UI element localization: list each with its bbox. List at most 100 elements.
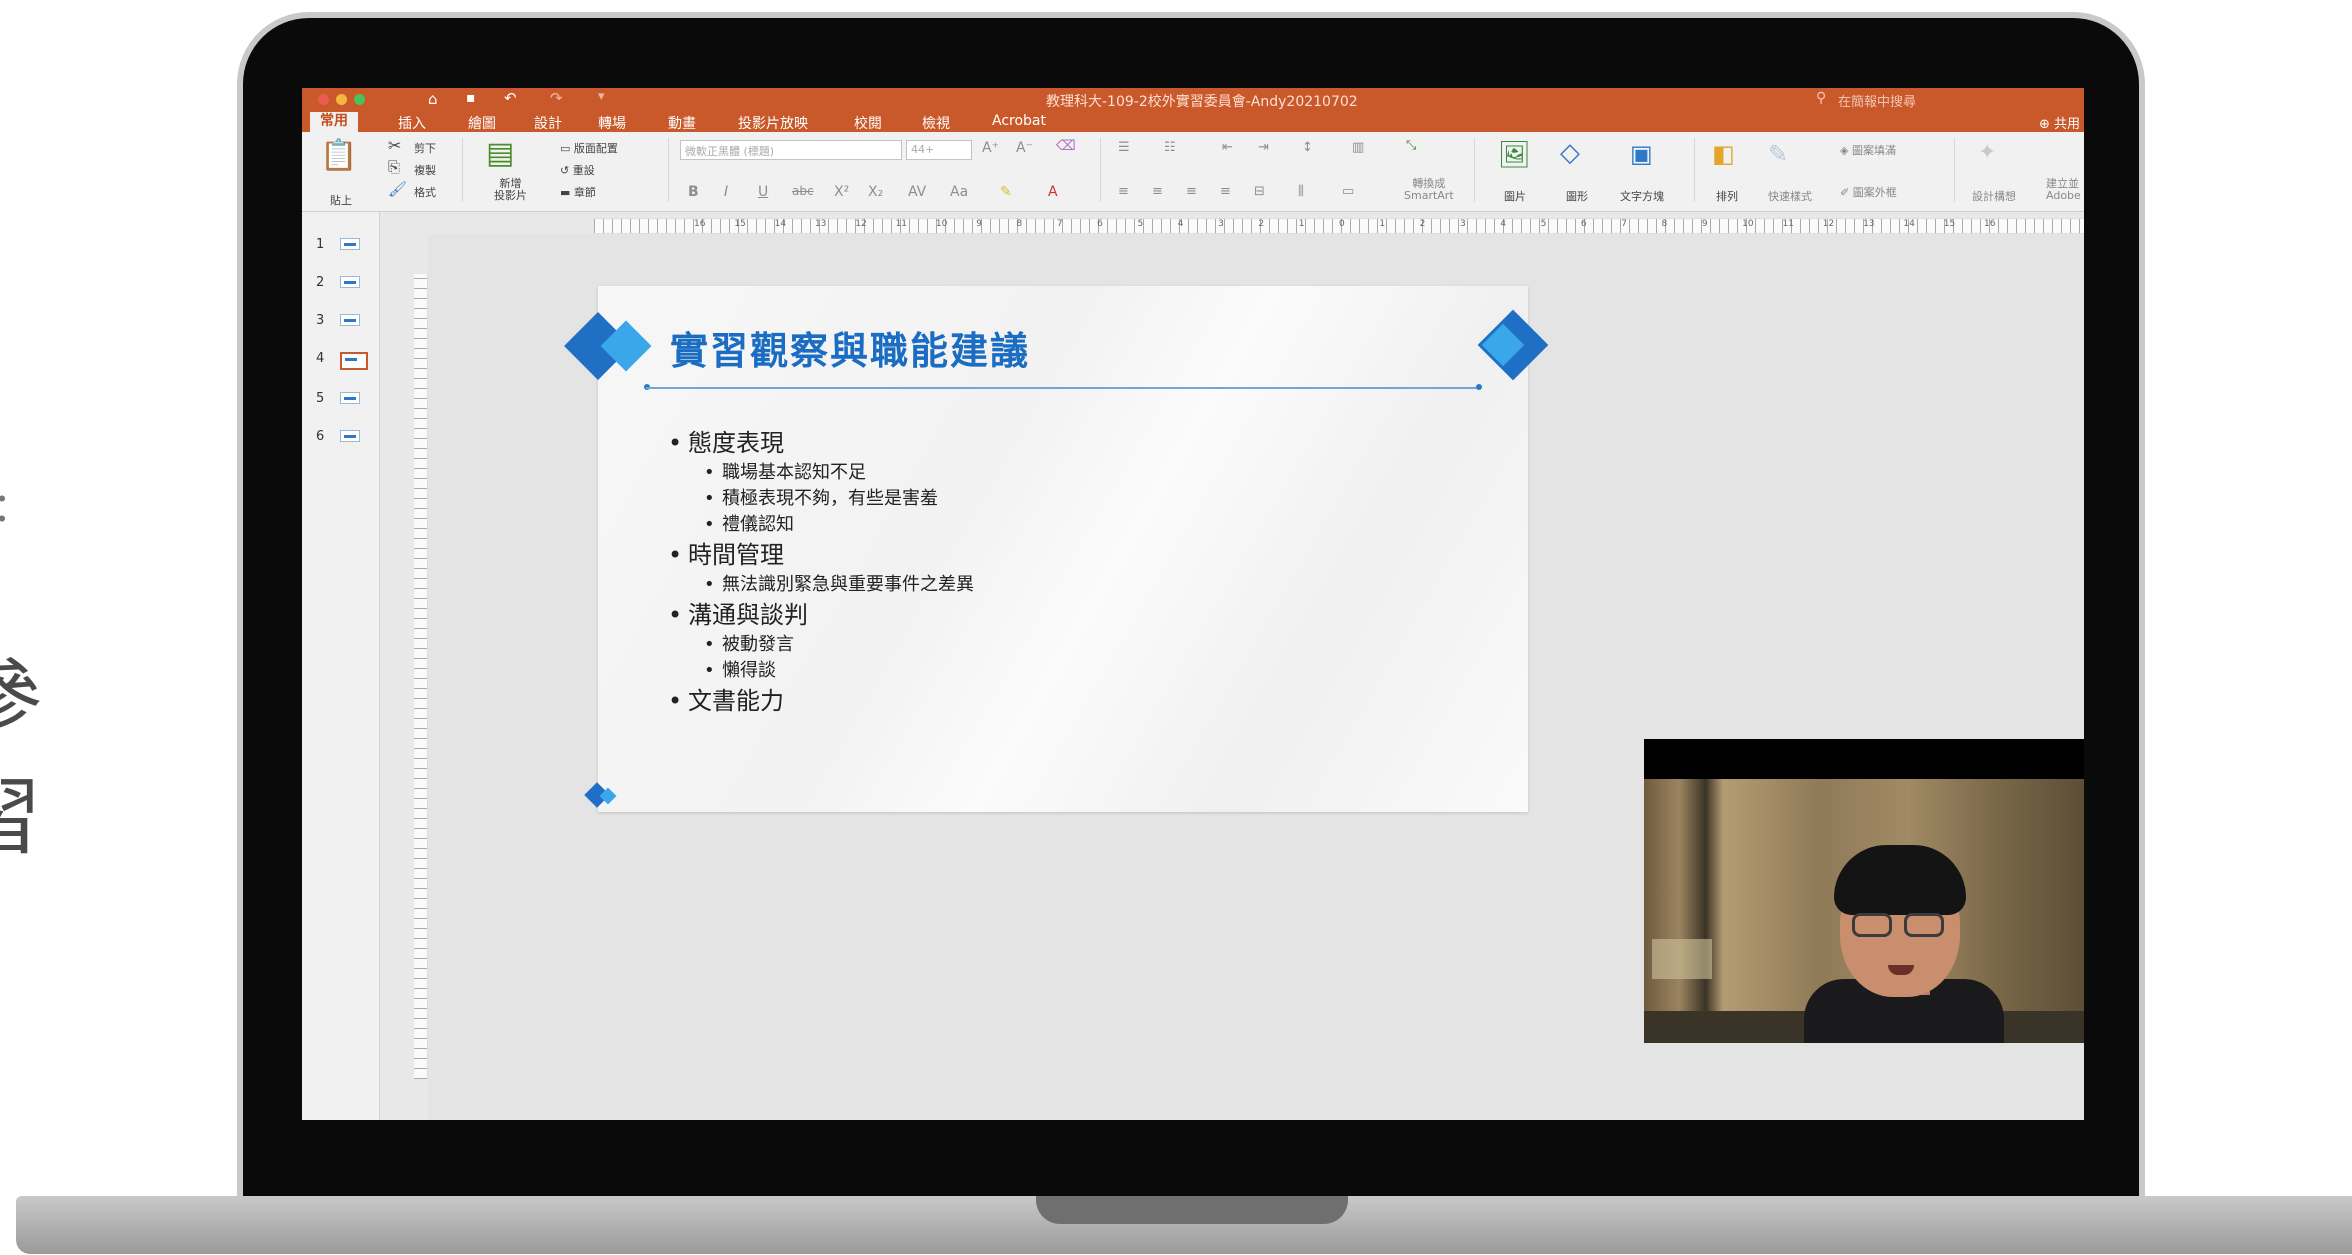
font-color-icon[interactable]: A bbox=[1048, 184, 1058, 200]
share-button[interactable]: ⊕ 共用 bbox=[2039, 113, 2080, 132]
justify-icon[interactable]: ≡ bbox=[1220, 184, 1231, 199]
zoom-window-button[interactable] bbox=[354, 94, 365, 105]
change-case-button[interactable]: Aa bbox=[950, 184, 968, 200]
section-button[interactable]: ▬ 章節 bbox=[560, 184, 596, 200]
ruler-label: 10 bbox=[1742, 219, 1754, 229]
arrange-button[interactable]: 排列 bbox=[1716, 188, 1738, 204]
picture-button[interactable]: 圖片 bbox=[1504, 188, 1526, 204]
tab-acrobat[interactable]: Acrobat bbox=[992, 113, 1046, 129]
tab-review[interactable]: 校閱 bbox=[854, 113, 882, 133]
current-slide[interactable]: 實習觀察與職能建議 態度表現 職場基本認知不足 積極表現不夠，有些是害羞 禮儀認… bbox=[564, 286, 1549, 812]
paste-icon[interactable]: 📋 bbox=[320, 138, 357, 173]
slide-thumbnail[interactable]: 6 bbox=[302, 426, 380, 448]
picture-icon[interactable]: 🖼 bbox=[1498, 140, 1531, 170]
tab-home[interactable]: 常用 bbox=[310, 112, 358, 132]
format-painter-icon[interactable]: 🖌 bbox=[388, 180, 407, 198]
new-slide-button[interactable]: 新增 投影片 bbox=[494, 178, 527, 202]
reset-label: 重設 bbox=[572, 164, 595, 177]
text-direction-icon[interactable]: ⤡ bbox=[1406, 138, 1416, 153]
highlight-icon[interactable]: ✎ bbox=[1000, 184, 1012, 200]
create-pdf-button[interactable]: 建立並 Adobe bbox=[2046, 178, 2081, 202]
slide-thumbnail[interactable]: 3 bbox=[302, 310, 380, 332]
char-spacing-button[interactable]: AV bbox=[908, 184, 926, 200]
textbox-button[interactable]: 文字方塊 bbox=[1620, 188, 1664, 204]
textbox-icon[interactable]: ▣ bbox=[1630, 140, 1653, 168]
ruler-label: 15 bbox=[1943, 219, 1956, 229]
align-text-icon[interactable]: ⫼ bbox=[1298, 184, 1304, 199]
quick-styles-button[interactable]: 快速樣式 bbox=[1768, 188, 1812, 204]
ruler-label: 7 bbox=[1056, 219, 1063, 229]
customize-toolbar-icon[interactable]: ▾ bbox=[598, 89, 605, 104]
thumbnail-image bbox=[340, 392, 360, 404]
design-ideas-icon[interactable]: ✦ bbox=[1978, 140, 1996, 165]
subscript-button[interactable]: X₂ bbox=[868, 184, 883, 200]
tab-animations[interactable]: 動畫 bbox=[668, 113, 696, 133]
quick-styles-icon[interactable]: ✎ bbox=[1768, 140, 1788, 168]
cut-icon[interactable]: ✂ bbox=[388, 136, 401, 155]
decrease-font-button[interactable]: A⁻ bbox=[1016, 140, 1033, 156]
align-right-icon[interactable]: ≡ bbox=[1186, 184, 1197, 199]
copy-button[interactable]: 複製 bbox=[414, 162, 436, 178]
decrease-indent-icon[interactable]: ⇤ bbox=[1222, 140, 1233, 155]
ruler-label: 14 bbox=[1903, 219, 1915, 229]
ruler-label: 15 bbox=[734, 219, 746, 229]
tab-transitions[interactable]: 轉場 bbox=[598, 113, 626, 133]
underline-button[interactable]: U bbox=[758, 184, 768, 200]
layout-button[interactable]: ▭ 版面配置 bbox=[560, 140, 618, 156]
columns-icon[interactable]: ▥ bbox=[1352, 140, 1364, 155]
new-slide-icon[interactable]: ▤ bbox=[486, 136, 514, 171]
clear-format-icon[interactable]: ⌫ bbox=[1056, 138, 1076, 154]
convert-smartart-button[interactable]: 轉換成 SmartArt bbox=[1404, 178, 1454, 202]
align-left-icon[interactable]: ≡ bbox=[1118, 184, 1129, 199]
bullet-level-1: 態度表現 bbox=[668, 426, 974, 460]
close-window-button[interactable] bbox=[318, 94, 329, 105]
slide-thumbnail[interactable]: 1 bbox=[302, 234, 380, 256]
tab-insert[interactable]: 插入 bbox=[398, 113, 426, 133]
cut-button[interactable]: 剪下 bbox=[414, 140, 436, 156]
bullet-level-2: 懶得談 bbox=[668, 658, 974, 684]
bullet-list[interactable]: 態度表現 職場基本認知不足 積極表現不夠，有些是害羞 禮儀認知 時間管理 無法識… bbox=[668, 426, 974, 718]
bold-button[interactable]: B bbox=[688, 184, 699, 200]
italic-button[interactable]: I bbox=[724, 184, 728, 200]
design-ideas-button[interactable]: 設計構想 bbox=[1972, 188, 2016, 204]
copy-icon[interactable]: ⎘ bbox=[388, 158, 400, 176]
numbering-icon[interactable]: ☷ bbox=[1164, 140, 1176, 155]
strikethrough-button[interactable]: abc bbox=[792, 184, 814, 198]
arrange-icon[interactable]: ◧ bbox=[1712, 140, 1735, 168]
search-input[interactable]: 在簡報中搜尋 bbox=[1838, 91, 1916, 110]
font-size-select[interactable]: 44+ bbox=[906, 140, 972, 160]
increase-font-button[interactable]: A⁺ bbox=[982, 140, 999, 156]
slide-title[interactable]: 實習觀察與職能建議 bbox=[670, 320, 1030, 375]
slide-thumbnail-selected[interactable]: 4 bbox=[302, 348, 380, 370]
bullets-icon[interactable]: ☰ bbox=[1118, 140, 1130, 155]
tab-view[interactable]: 檢視 bbox=[922, 113, 950, 133]
minimize-window-button[interactable] bbox=[336, 94, 347, 105]
tab-draw[interactable]: 繪圖 bbox=[468, 113, 496, 133]
reset-button[interactable]: ↺ 重設 bbox=[560, 162, 595, 178]
line-spacing-icon[interactable]: ↕ bbox=[1302, 140, 1313, 155]
redo-icon[interactable]: ↷ bbox=[550, 89, 563, 107]
increase-indent-icon[interactable]: ⇥ bbox=[1258, 140, 1269, 155]
vertical-ruler[interactable] bbox=[414, 274, 428, 1079]
shapes-button[interactable]: 圖形 bbox=[1566, 188, 1588, 204]
slide-thumbnail[interactable]: 2 bbox=[302, 272, 380, 294]
home-icon[interactable]: ⌂ bbox=[428, 90, 438, 108]
font-family-select[interactable]: 微軟正黑體 (標題) bbox=[680, 140, 902, 160]
paste-button[interactable]: 貼上 bbox=[330, 192, 352, 208]
shape-fill-button[interactable]: ◈ 圖案填滿 bbox=[1840, 142, 1896, 158]
slide-thumbnail[interactable]: 5 bbox=[302, 388, 380, 410]
ruler-labels: 16 15 14 13 12 11 10 9 8 7 6 5 4 3 2 1 0 1 2 3 4 5 6 7 8 9 10 11 12 1… bbox=[594, 218, 2084, 234]
format-painter-button[interactable]: 格式 bbox=[414, 184, 436, 200]
align-center-icon[interactable]: ≡ bbox=[1152, 184, 1163, 199]
tab-slideshow[interactable]: 投影片放映 bbox=[738, 113, 808, 133]
smartart-icon[interactable]: ▭ bbox=[1342, 184, 1354, 199]
undo-icon[interactable]: ↶ bbox=[504, 89, 517, 107]
tab-design[interactable]: 設計 bbox=[534, 113, 562, 133]
distribute-icon[interactable]: ⊟ bbox=[1254, 184, 1265, 199]
superscript-button[interactable]: X² bbox=[834, 184, 849, 200]
search-icon[interactable]: ⚲ bbox=[1816, 90, 1826, 106]
webcam-header bbox=[1644, 739, 2084, 779]
shape-outline-button[interactable]: ✐ 圖案外框 bbox=[1840, 184, 1897, 200]
shapes-icon[interactable]: ◇ bbox=[1560, 138, 1580, 168]
save-icon[interactable]: ▪ bbox=[466, 90, 476, 106]
